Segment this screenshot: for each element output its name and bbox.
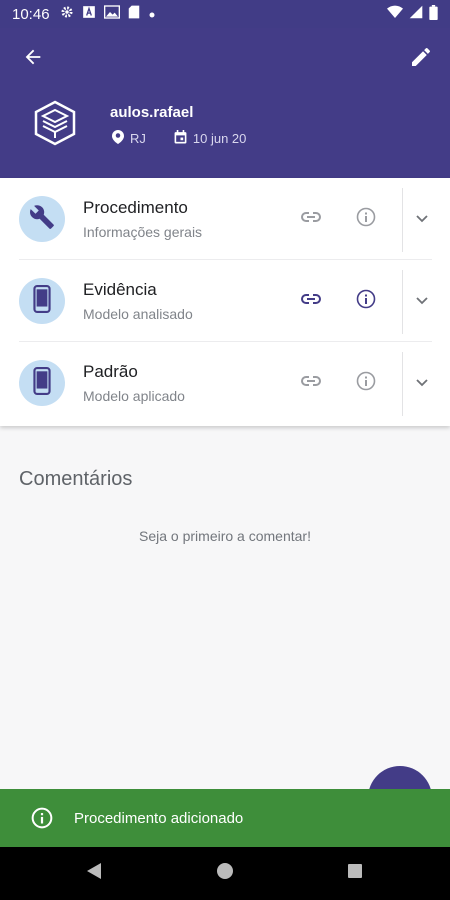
status-time: 10:46 [12, 5, 50, 23]
username: aulos.rafael [110, 104, 194, 121]
item-avatar [19, 360, 65, 406]
item-title: Evidência [83, 280, 157, 299]
battery-icon [429, 4, 438, 24]
triangle-back-icon [86, 862, 102, 885]
wrench-icon [29, 204, 55, 235]
expand-button[interactable] [412, 208, 432, 230]
location-text: RJ [130, 131, 146, 146]
item-subtitle: Modelo analisado [83, 306, 193, 322]
edit-button[interactable] [406, 44, 436, 74]
link-icon [301, 210, 321, 228]
item-title: Procedimento [83, 198, 188, 217]
list-item-procedimento[interactable]: Procedimento Informações gerais [0, 178, 450, 260]
nav-home-button[interactable] [213, 861, 237, 885]
item-subtitle: Informações gerais [83, 224, 203, 240]
item-avatar [19, 278, 65, 324]
pencil-icon [409, 45, 433, 74]
link-icon [301, 292, 321, 310]
sd-card-icon [128, 5, 140, 23]
date: 10 jun 20 [174, 130, 247, 147]
arrow-left-icon [22, 46, 44, 73]
info-button[interactable] [355, 371, 377, 396]
snackbar: Procedimento adicionado [0, 789, 450, 847]
list-item-padrao[interactable]: Padrão Modelo aplicado [0, 342, 450, 424]
cube-logo-icon [30, 98, 80, 148]
map-pin-icon [112, 130, 124, 147]
list-item-evidencia[interactable]: Evidência Modelo analisado [0, 260, 450, 342]
wifi-icon [387, 5, 403, 23]
dot-icon [148, 6, 156, 23]
font-icon [82, 5, 96, 23]
smartphone-icon [33, 284, 51, 318]
profile-header: aulos.rafael RJ 10 jun 20 [0, 28, 450, 178]
info-icon [356, 207, 376, 232]
circle-home-icon [216, 862, 234, 885]
chevron-down-icon [415, 374, 429, 392]
calendar-icon [174, 130, 187, 147]
back-button[interactable] [18, 44, 48, 74]
divider [402, 270, 403, 334]
signal-icon [409, 5, 423, 23]
comments-title: Comentários [19, 468, 133, 490]
image-icon [103, 5, 120, 23]
divider [402, 188, 403, 252]
nav-recents-button[interactable] [343, 861, 367, 885]
link-button[interactable] [300, 372, 322, 394]
info-button[interactable] [355, 207, 377, 232]
item-subtitle: Modelo aplicado [83, 388, 185, 404]
items-card: Procedimento Informações gerais Evidênci… [0, 178, 450, 426]
link-button[interactable] [300, 208, 322, 230]
info-icon [356, 289, 376, 314]
chevron-down-icon [415, 292, 429, 310]
snackbar-message: Procedimento adicionado [74, 809, 244, 827]
square-recents-icon [347, 863, 363, 884]
info-icon [30, 806, 54, 830]
gear-icon [60, 5, 74, 23]
smartphone-icon [33, 366, 51, 400]
nav-back-button[interactable] [82, 861, 106, 885]
chevron-down-icon [415, 210, 429, 228]
item-title: Padrão [83, 362, 138, 381]
date-text: 10 jun 20 [192, 131, 247, 146]
comments-empty-message: Seja o primeiro a comentar! [139, 528, 311, 544]
item-avatar [19, 196, 65, 242]
link-button[interactable] [300, 290, 322, 312]
status-bar: 10:46 [0, 0, 450, 28]
system-navigation-bar [0, 847, 450, 900]
info-icon [356, 371, 376, 396]
info-button[interactable] [355, 289, 377, 314]
link-icon [301, 374, 321, 392]
divider [402, 352, 403, 416]
expand-button[interactable] [412, 372, 432, 394]
profile-meta: RJ 10 jun 20 [112, 130, 274, 147]
expand-button[interactable] [412, 290, 432, 312]
location: RJ [112, 130, 146, 147]
